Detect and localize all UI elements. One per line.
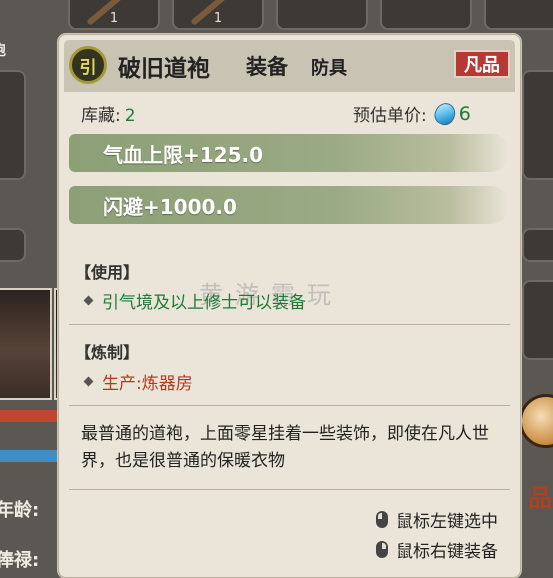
craft-source-text: 生产:炼器房 <box>102 374 193 394</box>
use-requirement-text: 引气境及以上修士可以装备 <box>102 293 306 313</box>
slot-item-label: 袍 <box>0 40 6 60</box>
attribute-max-hp: 气血上限+125.0 <box>69 134 509 172</box>
inventory-slot[interactable] <box>522 228 553 262</box>
use-section-title: 【使用】 <box>75 263 140 282</box>
age-label: 年龄: <box>0 500 40 521</box>
character-portrait[interactable] <box>0 288 52 400</box>
section-divider <box>69 489 510 490</box>
item-type: 装备 <box>246 55 288 79</box>
right-click-hint-text: 鼠标右键装备 <box>396 542 498 562</box>
item-icon-glyph: 引 <box>79 57 97 78</box>
left-click-hint-text: 鼠标左键选中 <box>396 512 498 532</box>
section-divider <box>69 324 510 325</box>
use-requirement: 引气境及以上修士可以装备 <box>83 288 306 313</box>
side-tab-label[interactable]: 品 <box>528 478 552 513</box>
price-row: 预估单价: 6 <box>353 99 471 128</box>
slot-count: 1 <box>109 11 119 26</box>
right-click-hint: 鼠标右键装备 <box>376 537 498 562</box>
inventory-slot[interactable] <box>276 0 368 30</box>
stock-label: 库藏: <box>81 106 121 126</box>
attribute-dodge: 闪避+1000.0 <box>69 186 509 224</box>
stock-value: 2 <box>124 106 136 126</box>
diamond-bullet-icon <box>83 376 94 387</box>
inventory-slot[interactable] <box>0 70 26 180</box>
item-tooltip: 引 破旧道袍 装备 防具 凡品 库藏: 2 预估单价: 6 气血上限+125.0 … <box>58 34 521 578</box>
section-divider <box>69 405 510 406</box>
diamond-bullet-icon <box>83 295 94 306</box>
craft-section-title: 【炼制】 <box>75 343 140 362</box>
craft-source: 生产:炼器房 <box>83 369 193 394</box>
inventory-slot[interactable] <box>0 228 26 262</box>
price-label: 预估单价: <box>353 106 427 126</box>
spirit-stone-icon <box>431 99 459 128</box>
stock-row: 库藏: 2 <box>81 101 136 126</box>
item-name: 破旧道袍 <box>118 56 210 82</box>
item-subtype: 防具 <box>311 58 347 79</box>
inventory-slot[interactable]: 1 <box>172 0 264 30</box>
price-value: 6 <box>458 102 471 125</box>
inventory-slot[interactable]: 1 <box>68 0 160 30</box>
inventory-slot[interactable] <box>380 0 472 30</box>
mana-bar <box>0 450 60 462</box>
mouse-right-icon <box>376 541 388 558</box>
inventory-slot[interactable] <box>484 0 553 30</box>
item-type-icon: 引 <box>69 46 107 84</box>
inventory-slot[interactable] <box>522 70 553 180</box>
health-bar <box>0 410 60 422</box>
left-click-hint: 鼠标左键选中 <box>376 507 498 532</box>
round-action-button[interactable] <box>519 394 553 448</box>
salary-label: 俸禄: <box>0 550 40 571</box>
item-description: 最普通的道袍，上面零星挂着一些装饰，即使在凡人世界，也是很普通的保暖衣物 <box>81 424 489 471</box>
slot-count: 1 <box>213 11 223 26</box>
tooltip-header: 引 破旧道袍 装备 防具 凡品 <box>64 40 515 92</box>
quality-badge: 凡品 <box>454 50 510 78</box>
mouse-left-icon <box>376 511 388 528</box>
inventory-slot[interactable] <box>522 280 553 360</box>
